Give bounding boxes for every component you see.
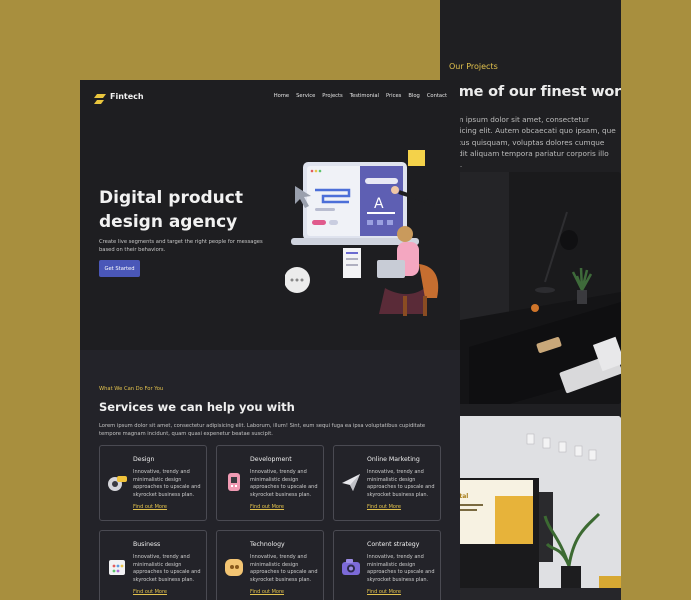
projects-description: rem ipsum dolor sit amet, consectetur ip… xyxy=(449,115,616,169)
service-card-design[interactable]: Design Innovative, trendy and minimalist… xyxy=(99,445,207,521)
service-card-text: Innovative, trendy and minimalistic desi… xyxy=(367,554,435,583)
wrench-lock-icon xyxy=(106,471,128,493)
server-icon xyxy=(223,471,245,493)
service-card-text: Innovative, trendy and minimalistic desi… xyxy=(367,469,435,498)
nav-contact[interactable]: Contact xyxy=(427,93,447,99)
services-title: Services we can help you with xyxy=(99,400,295,414)
calendar-icon xyxy=(106,556,128,578)
nav-blog[interactable]: Blog xyxy=(408,93,419,99)
services-grid: Design Innovative, trendy and minimalist… xyxy=(99,445,442,600)
service-card-content-strategy[interactable]: Content strategy Innovative, trendy and … xyxy=(333,530,441,600)
fintech-logo-icon xyxy=(94,91,106,104)
nav-prices[interactable]: Prices xyxy=(386,93,401,99)
landing-page: Fintech Home Service Projects Testimonia… xyxy=(80,80,460,600)
hero-description: Create live segments and target the righ… xyxy=(99,239,263,253)
find-out-more-link[interactable]: Find out More xyxy=(367,504,401,510)
service-card-title: Technology xyxy=(250,541,285,548)
project-photo-monitor[interactable]: gital xyxy=(449,416,621,600)
service-card-technology[interactable]: Technology Innovative, trendy and minima… xyxy=(216,530,324,600)
find-out-more-link[interactable]: Find out More xyxy=(250,589,284,595)
service-card-text: Innovative, trendy and minimalistic desi… xyxy=(250,469,318,498)
brand-name: Fintech xyxy=(110,91,144,101)
service-card-title: Design xyxy=(133,456,155,463)
desk-photo-illustration xyxy=(449,172,621,404)
service-card-title: Content strategy xyxy=(367,541,420,548)
projects-panel: Our Projects ome of our finest work rem … xyxy=(440,0,621,600)
service-card-online-marketing[interactable]: Online Marketing Innovative, trendy and … xyxy=(333,445,441,521)
service-card-title: Development xyxy=(250,456,292,463)
service-card-text: Innovative, trendy and minimalistic desi… xyxy=(250,554,318,583)
nav-projects[interactable]: Projects xyxy=(322,93,342,99)
svg-text:A: A xyxy=(374,196,384,212)
projects-title: ome of our finest work xyxy=(449,84,621,100)
service-card-text: Innovative, trendy and minimalistic desi… xyxy=(133,469,201,498)
nav-home[interactable]: Home xyxy=(274,93,289,99)
hero-illustration: A xyxy=(284,148,450,318)
hero-title: Digital product design agency xyxy=(99,188,243,232)
service-card-text: Innovative, trendy and minimalistic desi… xyxy=(133,554,201,583)
service-card-development[interactable]: Development Innovative, trendy and minim… xyxy=(216,445,324,521)
service-card-business[interactable]: Business Innovative, trendy and minimali… xyxy=(99,530,207,600)
find-out-more-link[interactable]: Find out More xyxy=(367,589,401,595)
services-section: What We Can Do For You Services we can h… xyxy=(80,350,460,600)
project-photo-desk[interactable] xyxy=(449,172,621,404)
services-eyebrow: What We Can Do For You xyxy=(99,386,164,392)
find-out-more-link[interactable]: Find out More xyxy=(133,589,167,595)
monitor-photo-illustration: gital xyxy=(449,416,621,600)
find-out-more-link[interactable]: Find out More xyxy=(133,504,167,510)
find-out-more-link[interactable]: Find out More xyxy=(250,504,284,510)
camera-icon xyxy=(340,556,362,578)
projects-eyebrow: Our Projects xyxy=(449,62,498,71)
service-card-title: Business xyxy=(133,541,161,548)
nav-testimonial[interactable]: Testimonial xyxy=(350,93,379,99)
nav-service[interactable]: Service xyxy=(296,93,315,99)
services-description: Lorem ipsum dolor sit amet, consectetur … xyxy=(99,423,426,437)
chip-icon xyxy=(223,556,245,578)
paper-plane-icon xyxy=(340,471,362,493)
service-card-title: Online Marketing xyxy=(367,456,420,463)
brand-logo[interactable]: Fintech xyxy=(94,91,144,104)
main-nav: Home Service Projects Testimonial Prices… xyxy=(274,93,447,99)
get-started-button[interactable]: Get Started xyxy=(99,260,140,277)
hero-section: Fintech Home Service Projects Testimonia… xyxy=(80,80,460,350)
